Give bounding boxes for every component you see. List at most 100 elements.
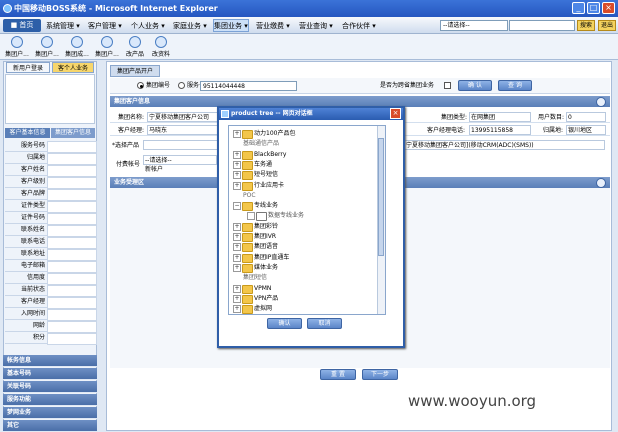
left-nav-item[interactable]: 帐务信息 [3,355,97,367]
left-nav-item[interactable]: 梦网业务 [3,407,97,419]
tab-group-product-open[interactable]: 集团产品开户 [110,65,160,77]
folder-icon [242,160,253,170]
collapse-icon[interactable] [596,97,606,107]
next-button[interactable]: 下一步 [362,369,398,380]
tab-new-user-login[interactable]: 新用户登录 [6,62,50,73]
left-info-row: 证件号码 [5,212,97,225]
expand-icon[interactable]: + [233,222,241,231]
group-number-input[interactable]: 95114044448 [200,81,297,91]
menu-family[interactable]: 家庭业务 ▾ [173,20,207,32]
confirm-button[interactable]: 确 认 [458,80,492,91]
tool-group-open[interactable]: 集团户... [2,36,32,58]
minimize-button[interactable]: _ [572,2,585,14]
area-value: 银川地区 [566,125,606,135]
menu-query[interactable]: 营业查询 ▾ [299,20,333,32]
pay-account-select[interactable]: --请选择-- [143,155,217,165]
user-count-value: 0 [566,112,606,122]
dialog-close-button[interactable]: × [390,108,401,119]
tree-scroll-thumb[interactable] [378,138,384,256]
left-info-label: 联系姓名 [20,226,45,233]
expand-icon[interactable]: + [233,181,241,190]
folder-icon [242,284,253,294]
exit-button[interactable]: 退出 [598,20,616,31]
collapse-icon[interactable]: − [233,202,241,211]
left-info-row: 联系姓名 [5,224,97,237]
close-window-button[interactable]: × [602,2,615,14]
folder-icon [242,294,253,304]
left-info-label: 客户姓名 [20,166,45,173]
tab-customer-basic[interactable]: 客户基本信息 [5,128,50,138]
manager-phone-value: 13995115858 [469,125,531,135]
folder-icon [242,130,253,139]
tab-personal-business[interactable]: 客个人业务 [52,62,94,73]
folder-icon [242,305,253,315]
expand-icon[interactable] [247,212,255,221]
menu-group[interactable]: 集团业务 ▾ [213,19,249,32]
expand-icon[interactable]: + [233,305,241,314]
radio-group-number[interactable] [137,82,144,89]
tool-group-user[interactable]: 集团户... [32,36,62,58]
menu-personal[interactable]: 个人业务 ▾ [131,20,165,32]
area-label: 归属地: [543,127,564,134]
left-info-label: 联系电话 [20,238,45,245]
tab-group-customer[interactable]: 集团客户信息 [51,128,95,138]
left-info-row: 信用度 [5,272,97,285]
left-info-label: 信用度 [26,274,45,281]
product-label: *选择产品 [112,142,140,149]
search-select[interactable]: --请选择-- [440,20,508,31]
menu-payment[interactable]: 营业缴费 ▾ [256,20,290,32]
menu-system[interactable]: 系统管理 ▾ [46,20,80,32]
expand-icon[interactable]: + [233,253,241,262]
left-nav-item[interactable]: 基本号码 [3,368,97,380]
left-info-label: 证件类型 [20,202,45,209]
group-type-value: 在网集团 [469,112,531,122]
left-info-label: 归属地 [26,154,45,161]
dialog-icon [221,110,229,118]
reset-button[interactable]: 重 置 [320,369,356,380]
tool-label: 改资料 [151,51,170,58]
tool-label: 改产品 [125,51,144,58]
cross-province-checkbox[interactable] [444,82,451,89]
tree-node-label: 车务通 [254,160,273,168]
left-nav-item[interactable]: 其它 [3,420,97,432]
expand-icon[interactable]: + [233,233,241,241]
left-nav-item[interactable]: 关联号码 [3,381,97,393]
maximize-button[interactable]: □ [587,2,600,14]
folder-icon [242,171,253,181]
radio-group-label: 集团编号 [146,82,171,89]
left-info-label: 证件号码 [20,214,45,221]
new-account-option[interactable]: 新帐户 [145,165,163,174]
dialog-ok-button[interactable]: 确认 [267,318,302,329]
expand-icon[interactable]: + [233,171,241,180]
dialog-cancel-button[interactable]: 取消 [307,318,342,329]
left-info-row: 当前状态 [5,284,97,297]
search-icon [129,36,141,48]
search-input[interactable] [509,20,575,31]
home-button[interactable]: ■ 首页 [3,19,41,32]
folder-icon [242,222,253,232]
left-info-row: 客户级别 [5,176,97,189]
left-info-label: 服务号码 [20,142,45,149]
expand-icon[interactable]: + [233,130,241,138]
menu-customer[interactable]: 客户管理 ▾ [88,20,122,32]
tool-group-member[interactable]: 集团成... [62,36,92,58]
tool-group-account[interactable]: 集团户... [92,36,122,58]
radio-service-number[interactable] [178,82,185,89]
expand-icon[interactable]: + [233,263,241,272]
expand-icon[interactable]: + [233,284,241,293]
search-button[interactable]: 搜索 [577,20,595,31]
expand-icon[interactable]: + [233,243,241,252]
query-button[interactable]: 查 询 [498,80,532,91]
expand-icon[interactable]: + [233,160,241,169]
left-info-row: 客户姓名 [5,164,97,177]
tool-change-info[interactable]: 改资料 [146,36,176,58]
left-info-row: 客户经理 [5,296,97,309]
collapse-icon[interactable] [596,178,606,188]
left-info-row: 归属地 [5,152,97,165]
left-nav-item[interactable]: 服务功能 [3,394,97,406]
left-info-row: 网龄 [5,320,97,333]
tool-label: 集团户... [95,51,119,58]
menu-partner[interactable]: 合作伙伴 ▾ [342,20,376,32]
expand-icon[interactable]: + [233,294,241,303]
expand-icon[interactable]: + [233,150,241,159]
